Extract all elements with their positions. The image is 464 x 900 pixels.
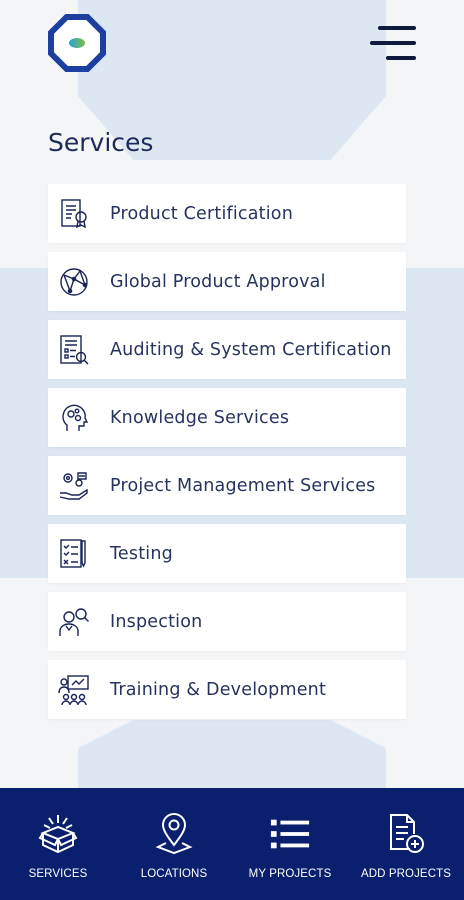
service-label: Auditing & System Certification: [110, 339, 392, 360]
service-item-testing[interactable]: Testing: [48, 524, 406, 583]
presentation-group-icon: [56, 672, 92, 708]
hand-gear-icon: [56, 468, 92, 504]
add-document-icon: [385, 812, 427, 856]
nav-locations-label: LOCATIONS: [140, 868, 208, 880]
hamburger-menu-icon[interactable]: [370, 26, 416, 60]
person-magnifier-icon: [56, 604, 92, 640]
page-title: Services: [48, 128, 154, 157]
service-item-auditing-system-certification[interactable]: Auditing & System Certification: [48, 320, 406, 379]
nav-my-projects[interactable]: MY PROJECTS: [232, 788, 348, 900]
service-label: Project Management Services: [110, 475, 376, 496]
service-item-inspection[interactable]: Inspection: [48, 592, 406, 651]
bottom-navigation: SERVICES LOCATIONS MY PROJECTS ADD PROJE…: [0, 788, 464, 900]
service-label: Training & Development: [110, 679, 327, 700]
nav-locations[interactable]: LOCATIONS: [116, 788, 232, 900]
nav-services[interactable]: SERVICES: [0, 788, 116, 900]
service-label: Global Product Approval: [110, 271, 326, 292]
service-item-product-certification[interactable]: Product Certification: [48, 184, 406, 243]
certificate-document-icon: [56, 196, 92, 232]
service-item-knowledge-services[interactable]: Knowledge Services: [48, 388, 406, 447]
service-item-project-management-services[interactable]: Project Management Services: [48, 456, 406, 515]
service-item-training-development[interactable]: Training & Development: [48, 660, 406, 719]
service-label: Inspection: [110, 611, 203, 632]
nav-add-projects-label: ADD PROJECTS: [360, 868, 452, 880]
service-label: Product Certification: [110, 203, 294, 224]
location-pin-icon: [153, 812, 195, 856]
list-icon: [269, 812, 311, 856]
head-gears-icon: [56, 400, 92, 436]
service-label: Testing: [110, 543, 173, 564]
nav-my-projects-label: MY PROJECTS: [248, 868, 332, 880]
nav-services-label: SERVICES: [28, 868, 88, 880]
checklist-pen-icon: [56, 536, 92, 572]
globe-network-icon: [56, 264, 92, 300]
background-shape-bottom: [78, 720, 386, 790]
service-label: Knowledge Services: [110, 407, 290, 428]
nav-add-projects[interactable]: ADD PROJECTS: [348, 788, 464, 900]
services-box-icon: [37, 812, 79, 856]
services-list: Product Certification Global Product App…: [48, 184, 406, 728]
service-item-global-product-approval[interactable]: Global Product Approval: [48, 252, 406, 311]
audit-report-icon: [56, 332, 92, 368]
